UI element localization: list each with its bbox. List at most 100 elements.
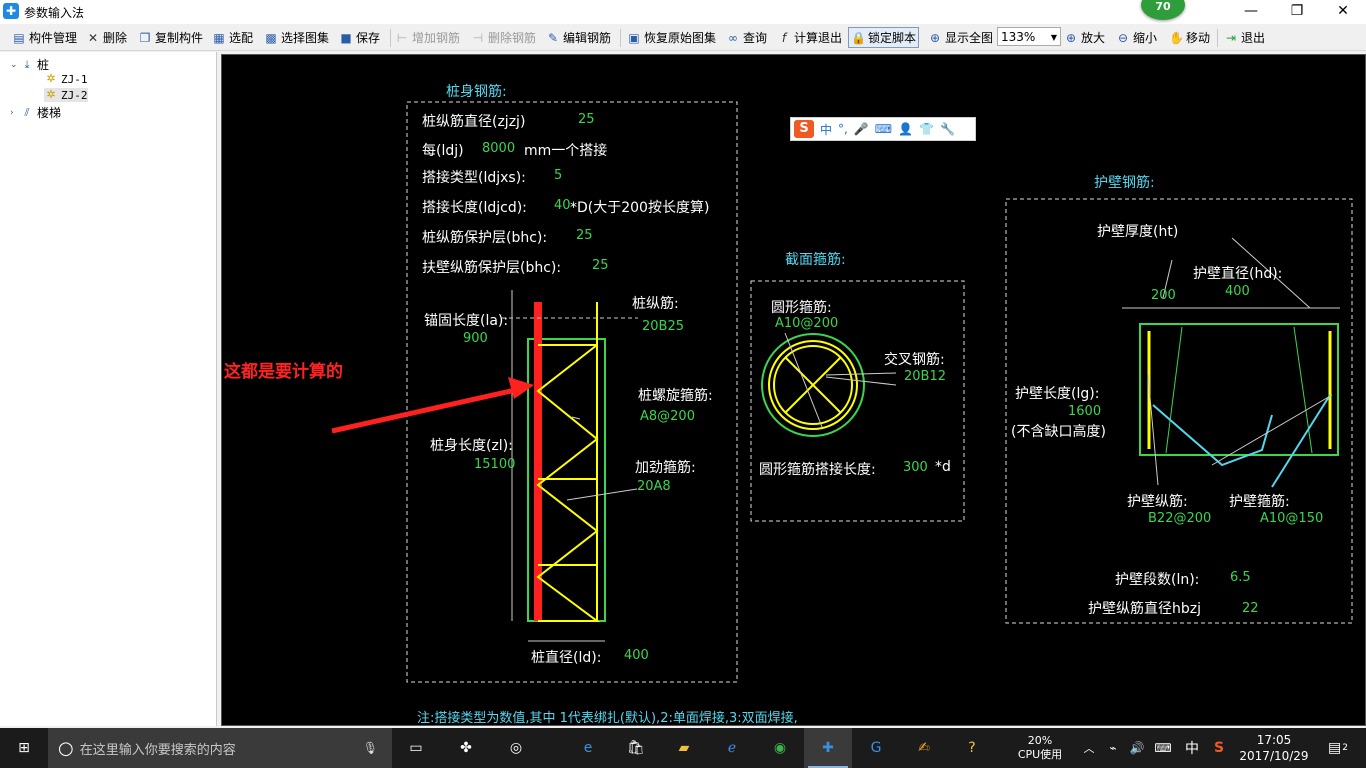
anchor-value[interactable]: 900	[463, 331, 488, 346]
store-icon[interactable]: 🛍	[612, 728, 660, 768]
fit-view-icon: ⊕	[929, 30, 941, 45]
collapse-icon[interactable]: ⌄	[10, 60, 20, 70]
keyboard-icon[interactable]: ⌨	[1150, 728, 1176, 768]
expand-icon[interactable]: ›	[10, 108, 20, 118]
pile-length-value[interactable]: 15100	[474, 457, 515, 472]
edit-rebar-button[interactable]: ✎ 编辑钢筋	[546, 28, 611, 47]
zoom-out-button[interactable]: ⊖ 缩小	[1116, 28, 1157, 47]
save-button[interactable]: ■ 保存	[339, 28, 380, 47]
stairs-icon: ⫽	[24, 105, 30, 119]
skin-icon[interactable]: 👕	[919, 122, 934, 136]
task-view-icon[interactable]: ▭	[392, 728, 440, 768]
gear-icon: ✲	[46, 88, 56, 101]
taskbar: ⊞ ○ 在这里输入你要搜索的内容 🎙 ▭ ✤ ◎ e 🛍 ▰ ℯ ◉ ✚ G ✍…	[0, 728, 1366, 768]
ime-lang-indicator[interactable]: 中	[1180, 728, 1204, 768]
param-value[interactable]: 8000	[482, 141, 515, 156]
diameter-value[interactable]: 400	[624, 648, 649, 663]
floating-badge[interactable]: 70	[1141, 0, 1185, 20]
leader-cross-2	[825, 376, 897, 386]
windows-start-icon[interactable]: ⊞	[0, 728, 48, 768]
exit-button[interactable]: ⇥ 退出	[1224, 28, 1265, 47]
stiff-value[interactable]: 20A8	[637, 479, 671, 494]
g-app-icon[interactable]: G	[852, 728, 900, 768]
component-manage-button[interactable]: ▤ 构件管理	[12, 28, 77, 47]
green-browser-icon[interactable]: ◉	[756, 728, 804, 768]
help-app-icon[interactable]: ?	[948, 728, 996, 768]
param-value[interactable]: 25	[592, 258, 609, 273]
taskbar-search[interactable]: ○ 在这里输入你要搜索的内容 🎙	[48, 728, 392, 768]
mic-icon[interactable]: 🎤	[854, 122, 869, 136]
drawing-canvas[interactable]: S 中 °, 🎤 ⌨ 👤 👕 🔧 桩身钢筋: 桩纵筋直径(zjzj) 25 每(…	[221, 54, 1366, 726]
pile-icon: ⤓	[24, 57, 30, 71]
notification-center-icon[interactable]: ▤ 2	[1318, 728, 1358, 768]
fan-app-icon[interactable]: ✤	[442, 728, 490, 768]
cross-value[interactable]: 20B12	[904, 369, 946, 384]
lap-value[interactable]: 300	[903, 460, 928, 475]
param-value[interactable]: 40	[554, 198, 571, 213]
ie-icon[interactable]: ℯ	[708, 728, 756, 768]
calc-exit-button[interactable]: f 计算退出	[777, 28, 842, 47]
move-button[interactable]: ✋ 移动	[1169, 28, 1210, 47]
gear-icon: ✲	[46, 72, 56, 85]
show-all-button[interactable]: ⊕ 显示全图	[928, 28, 993, 47]
param-value[interactable]: 25	[578, 112, 595, 127]
rebar-app-icon[interactable]: ✚	[804, 728, 852, 768]
volume-icon[interactable]: 🔊	[1126, 728, 1148, 768]
edge-icon[interactable]: e	[564, 728, 612, 768]
wall-len-label: 护壁长度(lg):	[1015, 386, 1100, 402]
lock-script-button[interactable]: 🔒 锁定脚本	[848, 27, 920, 48]
delete-rebar-button[interactable]: ⊣ 删除钢筋	[471, 28, 536, 47]
param-value[interactable]: 25	[576, 228, 593, 243]
wall-hoop-value[interactable]: A10@150	[1260, 511, 1323, 526]
circle-hoop-value[interactable]: A10@200	[775, 316, 838, 331]
zoom-select[interactable]: 133% ▼	[997, 27, 1061, 46]
ime-punct[interactable]: °,	[838, 122, 848, 136]
cpu-meter[interactable]: 20% CPU使用	[1010, 728, 1070, 768]
exit-icon: ⇥	[1225, 30, 1237, 45]
choose-atlas-button[interactable]: ▩ 选择图集	[264, 28, 329, 47]
zoom-in-icon: ⊕	[1065, 30, 1077, 45]
wall-thick-value[interactable]: 200	[1151, 288, 1176, 303]
lock-icon: 🔒	[851, 30, 866, 45]
tree-node-stairs[interactable]: › ⫽ 楼梯	[10, 104, 61, 121]
add-rebar-button[interactable]: ⊢ 增加钢筋	[395, 28, 460, 47]
edit-rebar-icon: ✎	[547, 30, 559, 45]
folder-icon[interactable]: ▰	[660, 728, 708, 768]
param-value[interactable]: 5	[554, 168, 562, 183]
notes-app-icon[interactable]: ✍	[900, 728, 948, 768]
long-bar-value[interactable]: 20B25	[642, 319, 684, 334]
zoom-in-button[interactable]: ⊕ 放大	[1064, 28, 1105, 47]
minimize-button[interactable]: —	[1228, 0, 1274, 24]
save-icon: ■	[340, 30, 352, 45]
wall-long-value[interactable]: B22@200	[1148, 511, 1211, 526]
restore-atlas-button[interactable]: ▣ 恢复原始图集	[627, 28, 716, 47]
stiff-label: 加劲箍筋:	[635, 460, 696, 476]
ime-toolbar[interactable]: S 中 °, 🎤 ⌨ 👤 👕 🔧	[790, 117, 976, 141]
tree-node-pile[interactable]: ⌄ ⤓ 桩	[10, 56, 49, 73]
toolbar: ▤ 构件管理 ✕ 删除 ❐ 复制构件 ▦ 选配 ▩ 选择图集 ■ 保存 ⊢ 增加钢筋 ⊣ 删除钢…	[0, 25, 1366, 51]
wall-seg-value[interactable]: 6.5	[1230, 570, 1251, 585]
user-icon[interactable]: 👤	[898, 122, 913, 136]
wall-len-value[interactable]: 1600	[1068, 404, 1101, 419]
keyboard-icon[interactable]: ⌨	[875, 122, 892, 136]
delete-button[interactable]: ✕ 删除	[86, 28, 127, 47]
select-match-button[interactable]: ▦ 选配	[212, 28, 253, 47]
spiral-value[interactable]: A8@200	[640, 409, 695, 424]
query-button[interactable]: ∞ 查询	[726, 28, 767, 47]
wall-dia-value[interactable]: 400	[1225, 284, 1250, 299]
copy-component-button[interactable]: ❐ 复制构件	[138, 28, 203, 47]
tree-node-zj2[interactable]: ✲ ZJ-2	[44, 88, 88, 102]
network-icon[interactable]: ⌁	[1102, 728, 1124, 768]
long-bar-label: 桩纵筋:	[632, 296, 679, 312]
maximize-button[interactable]: ❐	[1274, 0, 1320, 24]
sogou-tray-icon[interactable]: S	[1206, 728, 1232, 768]
close-button[interactable]: ✕	[1320, 0, 1366, 24]
wall-bar-dia-value[interactable]: 22	[1242, 601, 1259, 616]
swirl-app-icon[interactable]: ◎	[492, 728, 540, 768]
ime-lang[interactable]: 中	[820, 121, 832, 138]
microphone-icon[interactable]: 🎙	[363, 741, 378, 755]
tray-chevron-icon[interactable]: ︿	[1078, 728, 1100, 768]
settings-icon[interactable]: 🔧	[940, 122, 955, 136]
tree-node-zj1[interactable]: ✲ ZJ-1	[44, 72, 87, 86]
clock[interactable]: 17:05 2017/10/29	[1238, 728, 1310, 768]
